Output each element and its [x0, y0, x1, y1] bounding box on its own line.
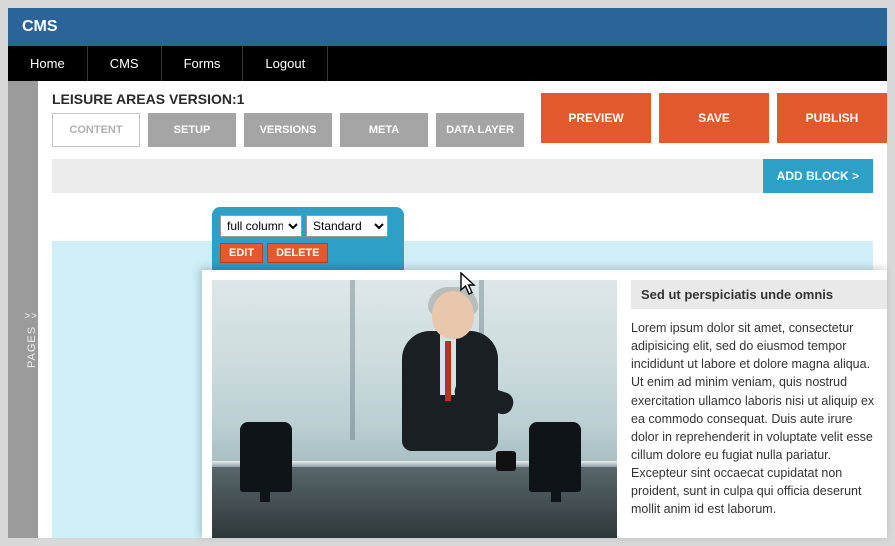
brand-label: CMS	[22, 18, 58, 35]
nav-home[interactable]: Home	[8, 46, 88, 81]
add-block-bar: ADD BLOCK >	[52, 159, 873, 193]
content-body: Lorem ipsum dolor sit amet, consectetur …	[631, 319, 887, 518]
save-button[interactable]: SAVE	[659, 93, 769, 143]
nav-cms[interactable]: CMS	[88, 46, 162, 81]
chevron-right-icon: >>	[24, 311, 38, 322]
content-heading: Sed ut perspiciatis unde omnis	[631, 280, 887, 309]
editor-canvas: full column Standard EDIT DELETE	[52, 207, 887, 538]
edit-block-button[interactable]: EDIT	[220, 243, 263, 263]
nav-forms[interactable]: Forms	[162, 46, 244, 81]
tab-data-layer[interactable]: DATA LAYER	[436, 113, 524, 147]
tab-meta[interactable]: META	[340, 113, 428, 147]
pages-label: PAGES	[26, 326, 38, 368]
add-block-button[interactable]: ADD BLOCK >	[763, 159, 873, 193]
nav-logout[interactable]: Logout	[243, 46, 328, 81]
delete-block-button[interactable]: DELETE	[267, 243, 328, 263]
preview-button[interactable]: PREVIEW	[541, 93, 651, 143]
tab-versions[interactable]: VERSIONS	[244, 113, 332, 147]
pages-sidebar-toggle[interactable]: PAGES >>	[8, 81, 38, 538]
layout-select[interactable]: full column	[220, 215, 302, 237]
main-nav: Home CMS Forms Logout	[8, 46, 887, 81]
app-header: CMS	[8, 8, 887, 46]
tab-content[interactable]: CONTENT	[52, 113, 140, 147]
page-toolbar: CONTENT SETUP VERSIONS META DATA LAYER P…	[52, 113, 887, 147]
tab-setup[interactable]: SETUP	[148, 113, 236, 147]
content-block[interactable]: Sed ut perspiciatis unde omnis Lorem ips…	[202, 270, 887, 538]
content-image	[212, 280, 617, 538]
template-select[interactable]: Standard	[306, 215, 388, 237]
block-controls: full column Standard EDIT DELETE	[212, 207, 404, 273]
publish-button[interactable]: PUBLISH	[777, 93, 887, 143]
